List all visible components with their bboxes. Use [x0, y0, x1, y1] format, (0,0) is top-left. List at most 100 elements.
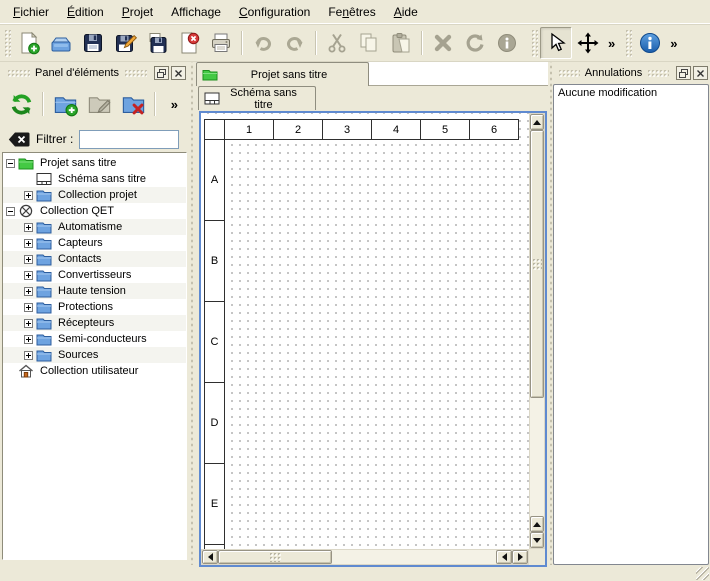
- expander-plus-icon[interactable]: [24, 255, 33, 264]
- menu-fenetres[interactable]: Fenêtres: [319, 2, 384, 22]
- reload-collections-button[interactable]: [4, 87, 38, 121]
- horizontal-scrollbar[interactable]: [201, 549, 529, 565]
- expander-plus-icon[interactable]: [24, 191, 33, 200]
- tree-item-convertisseurs[interactable]: Convertisseurs: [3, 267, 186, 283]
- open-document-button[interactable]: [45, 27, 77, 59]
- toolbar-extension-chevron[interactable]: »: [604, 36, 619, 51]
- folder-icon: [36, 236, 54, 250]
- select-mode-button[interactable]: [540, 27, 572, 59]
- save-button[interactable]: [77, 27, 109, 59]
- tree-item-automatisme[interactable]: Automatisme: [3, 219, 186, 235]
- tree-item-collection-projet[interactable]: Collection projet: [3, 187, 186, 203]
- copy-button[interactable]: [353, 27, 385, 59]
- expander-plus-icon[interactable]: [24, 335, 33, 344]
- tree-item-collection-qet[interactable]: Collection QET: [3, 203, 186, 219]
- delete-button[interactable]: [427, 27, 459, 59]
- save-as-button[interactable]: [109, 27, 141, 59]
- tree-item-contacts[interactable]: Contacts: [3, 251, 186, 267]
- grid-column-header: 3: [322, 119, 372, 140]
- elements-tree: Projet sans titre Schéma sans titre Coll…: [2, 152, 187, 560]
- save-all-button[interactable]: [141, 27, 173, 59]
- filter-input[interactable]: [79, 130, 179, 149]
- about-qet-button[interactable]: [634, 27, 666, 59]
- tree-item-recepteurs[interactable]: Récepteurs: [3, 315, 186, 331]
- redo-button[interactable]: [279, 27, 311, 59]
- close-document-button[interactable]: [173, 27, 205, 59]
- cut-button[interactable]: [321, 27, 353, 59]
- scroll-up-button-2[interactable]: [530, 516, 544, 532]
- undo-list-item[interactable]: Aucune modification: [554, 85, 708, 101]
- diagram-icon: [36, 172, 54, 186]
- horizontal-scrollbar-thumb[interactable]: [218, 550, 332, 564]
- close-dock-button[interactable]: [693, 66, 708, 80]
- pan-mode-button[interactable]: [572, 27, 604, 59]
- diagram-canvas[interactable]: 1 2 3 4 5 6 A B C D E: [201, 113, 529, 549]
- tab-projet-sans-titre[interactable]: Projet sans titre: [196, 62, 369, 86]
- tree-item-sources[interactable]: Sources: [3, 347, 186, 363]
- tree-item-schema-sans-titre[interactable]: Schéma sans titre: [3, 171, 186, 187]
- print-button[interactable]: [205, 27, 237, 59]
- menu-aide[interactable]: Aide: [385, 2, 427, 22]
- panel-extension-chevron[interactable]: »: [167, 97, 182, 112]
- project-folder-icon: [18, 156, 36, 170]
- object-info-button[interactable]: [491, 27, 523, 59]
- scroll-left-button-2[interactable]: [496, 550, 512, 564]
- vertical-scrollbar-thumb[interactable]: [530, 130, 544, 398]
- menu-edition[interactable]: Édition: [58, 2, 113, 22]
- close-icon: [696, 69, 705, 78]
- menu-affichage[interactable]: Affichage: [162, 2, 230, 22]
- toolbar-handle[interactable]: [531, 29, 538, 57]
- edit-category-button[interactable]: [82, 87, 116, 121]
- expander-plus-icon[interactable]: [24, 319, 33, 328]
- new-document-button[interactable]: [13, 27, 45, 59]
- grid-column-header: 1: [224, 119, 274, 140]
- annulations-titlebar[interactable]: Annulations: [553, 64, 708, 82]
- menu-fichier[interactable]: Fichier: [4, 2, 58, 22]
- new-category-button[interactable]: [48, 87, 82, 121]
- move-cross-icon: [576, 31, 600, 55]
- save-as-icon: [113, 31, 137, 55]
- expander-minus-icon[interactable]: [6, 159, 15, 168]
- expander-plus-icon[interactable]: [24, 271, 33, 280]
- scroll-down-button[interactable]: [530, 532, 544, 548]
- tab-schema-sans-titre[interactable]: Schéma sans titre: [198, 86, 316, 110]
- scroll-right-button[interactable]: [512, 550, 528, 564]
- tree-item-haute-tension[interactable]: Haute tension: [3, 283, 186, 299]
- left-splitter-handle[interactable]: [189, 62, 195, 565]
- grid-column-header: 6: [469, 119, 519, 140]
- toolbar-extension-chevron[interactable]: »: [666, 36, 681, 51]
- tree-item-collection-utilisateur[interactable]: Collection utilisateur: [3, 363, 186, 379]
- toolbar-handle[interactable]: [625, 29, 632, 57]
- toolbar-handle[interactable]: [4, 29, 11, 57]
- paste-button[interactable]: [385, 27, 417, 59]
- window-resize-grip[interactable]: [696, 567, 709, 580]
- menu-projet[interactable]: Projet: [113, 2, 162, 22]
- expander-minus-icon[interactable]: [6, 207, 15, 216]
- tree-item-projet-sans-titre[interactable]: Projet sans titre: [3, 155, 186, 171]
- undo-button[interactable]: [247, 27, 279, 59]
- menu-configuration[interactable]: Configuration: [230, 2, 319, 22]
- expander-plus-icon[interactable]: [24, 351, 33, 360]
- float-dock-button[interactable]: [676, 66, 691, 80]
- tree-item-semi-conducteurs[interactable]: Semi-conducteurs: [3, 331, 186, 347]
- folder-icon: [36, 300, 54, 314]
- dock-grip-texture: [7, 69, 30, 78]
- expander-plus-icon[interactable]: [24, 239, 33, 248]
- scroll-left-button[interactable]: [202, 550, 218, 564]
- elements-panel-titlebar[interactable]: Panel d'éléments: [2, 64, 186, 82]
- delete-category-button[interactable]: [116, 87, 150, 121]
- vertical-scrollbar[interactable]: [529, 113, 545, 549]
- qelectrotech-window: Fichier Édition Projet Affichage Configu…: [0, 0, 710, 581]
- grid-row-header: E: [204, 463, 225, 545]
- scroll-up-button[interactable]: [530, 114, 544, 130]
- expander-plus-icon[interactable]: [24, 287, 33, 296]
- close-dock-button[interactable]: [171, 66, 186, 80]
- diagram-icon: [204, 92, 220, 105]
- float-dock-button[interactable]: [154, 66, 169, 80]
- expander-plus-icon[interactable]: [24, 223, 33, 232]
- tree-item-capteurs[interactable]: Capteurs: [3, 235, 186, 251]
- expander-plus-icon[interactable]: [24, 303, 33, 312]
- clear-filter-icon[interactable]: [8, 132, 30, 147]
- tree-item-protections[interactable]: Protections: [3, 299, 186, 315]
- rotate-button[interactable]: [459, 27, 491, 59]
